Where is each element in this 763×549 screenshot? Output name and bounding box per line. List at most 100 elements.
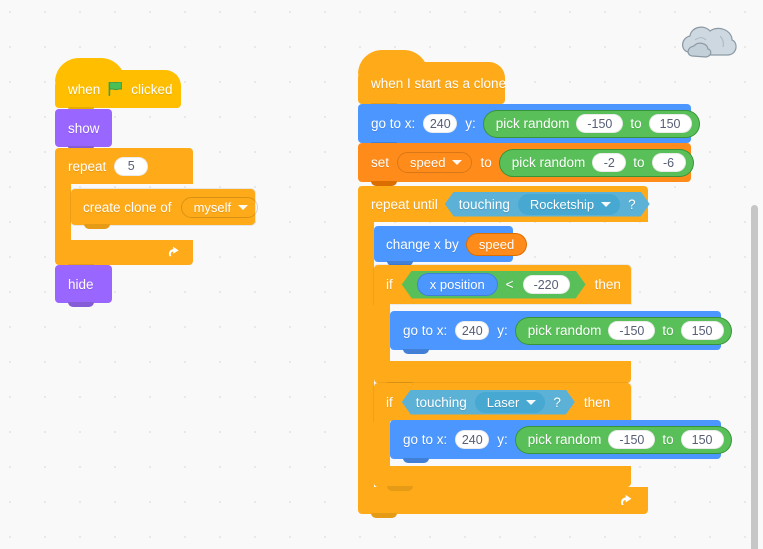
pick-random-to-input[interactable]: 150 [648,114,692,133]
block-if-1-footer [374,361,631,387]
block-go-to-xy-3[interactable]: go to x: 240 y: pick random -150 to 150 [390,420,731,463]
chevron-down-icon [601,202,611,207]
block-repeat-footer [55,240,193,269]
touching-label: touching [415,394,467,410]
pick-random-to-label: to [633,155,645,170]
block-notch [68,302,94,307]
rock-sprite-image [678,22,740,68]
if-label: if [386,277,393,292]
goto-label-y: y: [497,432,508,447]
blocks-workspace[interactable]: when clicked show repeat 5 create clone … [0,0,763,549]
block-notch [84,224,110,229]
block-less-than[interactable]: x position < -220 [402,271,586,299]
pick-random-from-input[interactable]: -150 [576,114,624,133]
block-touching-rocketship[interactable]: touching Rocketship ? [445,192,650,217]
pick-random-label: pick random [527,432,602,447]
repeat-until-label: repeat until [371,196,438,212]
block-notch [403,458,429,463]
repeat-count-input[interactable]: 5 [114,156,149,176]
set-variable-dropdown[interactable]: speed [397,152,473,173]
chevron-down-icon [452,160,463,165]
variable-reporter-speed[interactable]: speed [466,233,527,255]
block-pick-random-3[interactable]: pick random -150 to 150 [515,317,731,344]
block-set-variable[interactable]: set speed to pick random -2 to -6 [358,143,693,186]
set-label: set [371,155,390,170]
block-pick-random-1[interactable]: pick random -150 to 150 [483,110,699,137]
hide-label: hide [68,276,94,292]
block-go-to-xy-1[interactable]: go to x: 240 y: pick random -150 to 150 [358,104,699,147]
when-flag-label-when: when [68,81,101,97]
block-go-to-xy-2[interactable]: go to x: 240 y: pick random -150 to 150 [390,311,731,354]
if-label: if [386,394,393,410]
block-show[interactable]: show [55,109,112,151]
x-position-label: x position [429,277,485,292]
create-clone-label: create clone of [83,199,172,215]
set-to-label: to [480,155,492,170]
create-clone-dropdown-value: myself [193,199,232,215]
block-notch [387,486,413,491]
block-pick-random-2[interactable]: pick random -2 to -6 [499,149,693,176]
repeat-label: repeat [68,158,107,174]
block-when-start-as-clone[interactable]: when I start as a clone [358,50,507,108]
goto-x-input[interactable]: 240 [455,321,490,340]
block-repeat-until-spine [358,222,374,487]
block-repeat[interactable]: repeat 5 [55,148,193,184]
block-change-x-by[interactable]: change x by speed [374,226,527,266]
green-flag-icon [107,81,124,97]
vertical-scrollbar[interactable] [751,205,758,549]
less-than-operator: < [505,277,514,292]
pick-random-to-label: to [662,432,674,447]
pick-random-to-input[interactable]: -6 [651,153,686,172]
touching-dropdown[interactable]: Rocketship [518,194,620,215]
touching-suffix: ? [628,196,636,212]
block-pick-random-4[interactable]: pick random -150 to 150 [515,426,731,453]
x-position-reporter[interactable]: x position [418,274,497,295]
block-if-2-footer [374,466,631,491]
when-flag-label-clicked: clicked [131,81,173,97]
pick-random-from-input[interactable]: -150 [608,430,656,449]
pick-random-to-input[interactable]: 150 [680,430,724,449]
block-repeat-until[interactable]: repeat until touching Rocketship ? [358,186,648,222]
show-label: show [68,120,100,136]
block-if-2[interactable]: if touching Laser ? then [374,383,631,421]
goto-x-input[interactable]: 240 [423,114,458,133]
pick-random-label: pick random [511,155,586,170]
block-repeat-until-footer [358,487,648,518]
pick-random-from-input[interactable]: -2 [592,153,627,172]
goto-label-y: y: [497,323,508,338]
touching-suffix: ? [553,394,561,410]
touching-dropdown[interactable]: Laser [475,392,546,413]
goto-label-x: go to x: [403,432,448,447]
less-than-right-input[interactable]: -220 [523,275,570,294]
goto-label-y: y: [465,116,476,131]
block-touching-laser[interactable]: touching Laser ? [402,390,575,415]
block-hide[interactable]: hide [55,265,112,307]
pick-random-to-label: to [630,116,642,131]
goto-label-x: go to x: [403,323,448,338]
block-repeat-spine [55,184,71,240]
change-x-label: change x by [386,236,459,252]
variable-reporter-label: speed [478,236,515,252]
block-when-flag-clicked[interactable]: when clicked [55,58,181,112]
pick-random-to-input[interactable]: 150 [680,321,724,340]
block-notch [403,349,429,354]
then-label: then [583,394,611,410]
when-start-as-clone-label: when I start as a clone [371,75,507,91]
pick-random-to-label: to [662,323,674,338]
loop-arrow-icon [167,245,181,262]
loop-arrow-icon [619,493,634,511]
block-if-1[interactable]: if x position < -220 then [374,265,631,304]
touching-dropdown-value: Laser [486,394,520,410]
block-create-clone[interactable]: create clone of myself [71,189,259,229]
chevron-down-icon [526,400,536,405]
pick-random-label: pick random [527,323,602,338]
goto-x-input[interactable]: 240 [455,430,490,449]
block-if-1-spine [374,304,390,361]
chevron-down-icon [238,204,249,210]
touching-dropdown-value: Rocketship [529,196,595,212]
set-variable-dropdown-value: speed [410,155,446,170]
goto-label-x: go to x: [371,116,416,131]
pick-random-from-input[interactable]: -150 [608,321,656,340]
create-clone-dropdown[interactable]: myself [180,196,259,218]
then-label: then [594,277,621,292]
